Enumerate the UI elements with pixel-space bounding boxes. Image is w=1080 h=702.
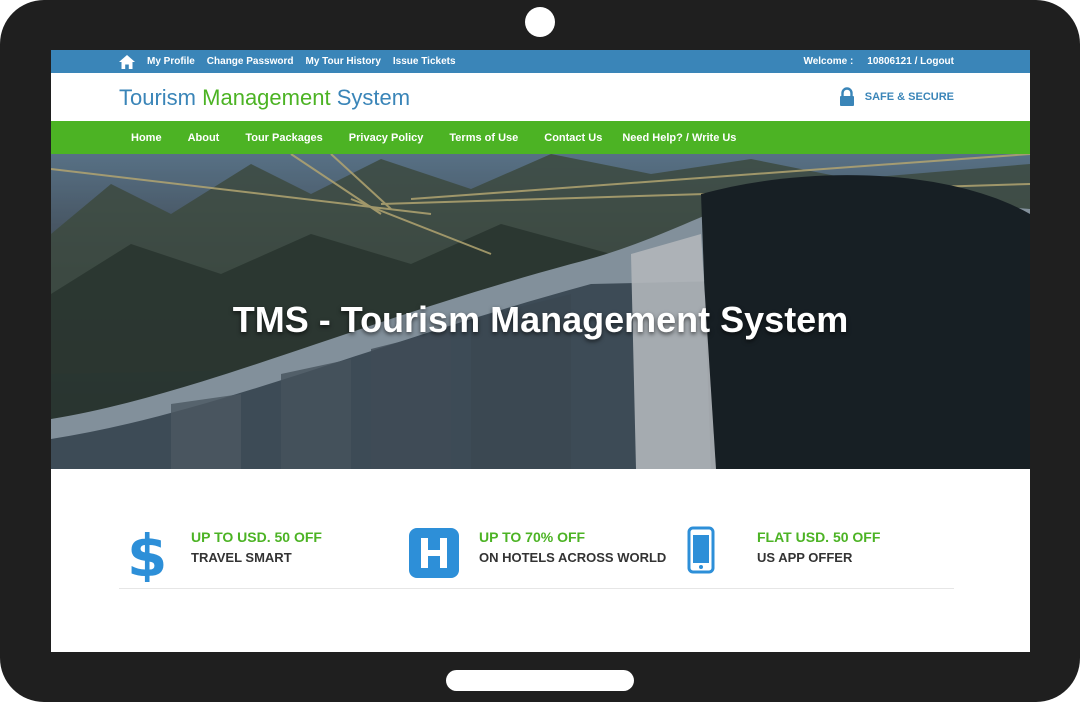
logo-word-system: System xyxy=(336,85,411,110)
secure-label: SAFE & SECURE xyxy=(864,91,954,103)
offer-item[interactable]: $ UP TO USD. 50 OFF TRAVEL SMART xyxy=(119,520,389,590)
lock-icon xyxy=(839,87,855,107)
top-links: My Profile Change Password My Tour Histo… xyxy=(119,50,468,73)
nav-home[interactable]: Home xyxy=(131,132,162,144)
tablet-frame: My Profile Change Password My Tour Histo… xyxy=(0,0,1080,702)
offer-subtitle: TRAVEL SMART xyxy=(191,550,292,565)
mobile-icon xyxy=(685,526,741,582)
offer-subtitle: US APP OFFER xyxy=(757,550,853,565)
top-bar: My Profile Change Password My Tour Histo… xyxy=(51,50,1030,73)
nav-terms-of-use[interactable]: Terms of Use xyxy=(449,132,518,144)
offer-title: FLAT USD. 50 OFF xyxy=(757,529,881,545)
offer-title: UP TO 70% OFF xyxy=(479,529,586,545)
site-logo[interactable]: Tourism Management System xyxy=(119,85,410,111)
welcome-label: Welcome : xyxy=(803,56,854,67)
offer-item[interactable]: UP TO 70% OFF ON HOTELS ACROSS WORLD xyxy=(407,520,677,580)
nav-privacy-policy[interactable]: Privacy Policy xyxy=(349,132,424,144)
svg-text:$: $ xyxy=(127,526,167,582)
browser-screen: My Profile Change Password My Tour Histo… xyxy=(51,50,1030,652)
nav-about[interactable]: About xyxy=(188,132,220,144)
offer-title: UP TO USD. 50 OFF xyxy=(191,529,322,545)
hero-title: TMS - Tourism Management System xyxy=(232,299,849,340)
home-icon[interactable] xyxy=(119,54,135,69)
dollar-icon: $ xyxy=(119,522,175,590)
nav-need-help[interactable]: Need Help? / Write Us xyxy=(622,132,736,144)
camera-icon xyxy=(525,7,555,37)
secure-badge: SAFE & SECURE xyxy=(839,87,954,107)
offer-subtitle: ON HOTELS ACROSS WORLD xyxy=(479,550,667,565)
device-home-button[interactable] xyxy=(446,670,634,691)
nav-tour-packages[interactable]: Tour Packages xyxy=(245,132,322,144)
hotel-icon xyxy=(407,526,463,582)
nav-contact-us[interactable]: Contact Us xyxy=(544,132,602,144)
offer-item[interactable]: FLAT USD. 50 OFF US APP OFFER xyxy=(685,520,955,580)
offers-strip: $ UP TO USD. 50 OFF TRAVEL SMART UP TO 7… xyxy=(119,520,955,590)
logo-word-management: Management xyxy=(202,85,331,110)
site-header: Tourism Management System SAFE & SECURE xyxy=(51,73,1030,121)
issue-tickets-link[interactable]: Issue Tickets xyxy=(393,56,456,67)
my-tour-history-link[interactable]: My Tour History xyxy=(306,56,381,67)
change-password-link[interactable]: Change Password xyxy=(207,56,294,67)
my-profile-link[interactable]: My Profile xyxy=(147,56,195,67)
user-area: Welcome : 10806121 / Logout xyxy=(789,50,954,73)
main-nav: Home About Tour Packages Privacy Policy … xyxy=(51,121,1030,154)
hero-banner: TMS - Tourism Management System xyxy=(51,154,1030,469)
user-logout-link[interactable]: 10806121 / Logout xyxy=(867,56,954,67)
logo-word-tourism: Tourism xyxy=(119,85,197,110)
